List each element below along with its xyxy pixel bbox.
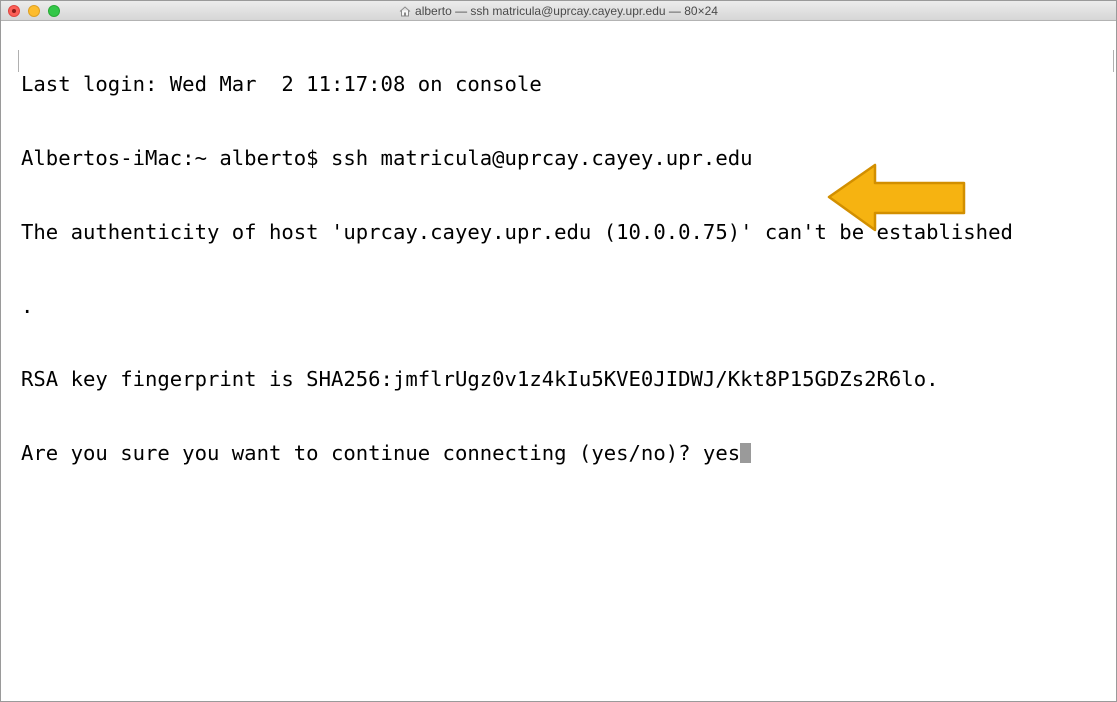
terminal-line-wrap: .	[21, 293, 34, 318]
terminal-line-prompt: Are you sure you want to continue connec…	[21, 441, 1116, 466]
window-title: alberto — ssh matricula@uprcay.cayey.upr…	[415, 4, 718, 18]
window-title-container: alberto — ssh matricula@uprcay.cayey.upr…	[1, 1, 1116, 21]
terminal-output[interactable]: Last login: Wed Mar 2 11:17:08 on consol…	[1, 21, 1116, 701]
terminal-line-fingerprint: RSA key fingerprint is SHA256:jmflrUgz0v…	[21, 367, 939, 392]
prompt-text: Are you sure you want to continue connec…	[21, 441, 741, 466]
text-cursor	[740, 443, 752, 464]
title-bar[interactable]: alberto — ssh matricula@uprcay.cayey.upr…	[1, 1, 1116, 21]
left-arrow-icon	[827, 163, 966, 232]
terminal-window: alberto — ssh matricula@uprcay.cayey.upr…	[0, 0, 1117, 702]
terminal-line-last-login: Last login: Wed Mar 2 11:17:08 on consol…	[21, 72, 542, 97]
home-icon	[399, 5, 411, 16]
